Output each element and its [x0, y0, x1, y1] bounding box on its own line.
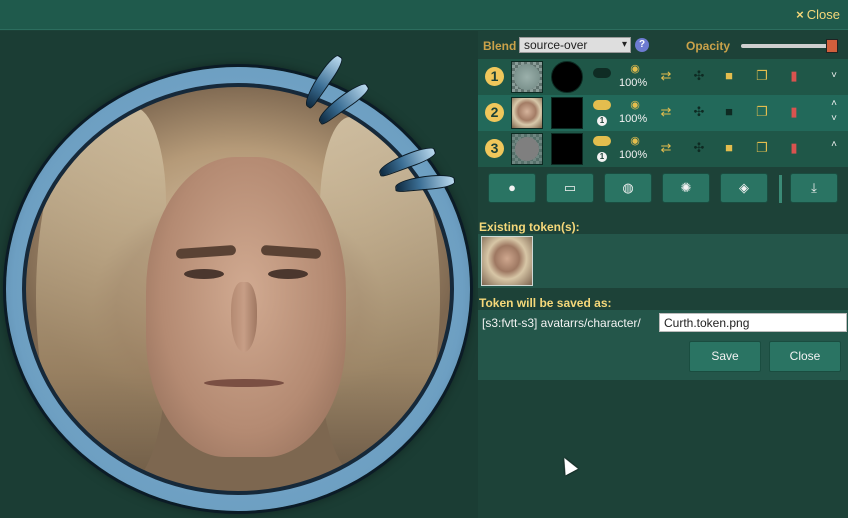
close-icon: ×: [796, 7, 804, 22]
token-settings-panel: Blend source-over ▾ ? Opacity 1 ◉ 100% ⇄…: [478, 31, 848, 518]
layer-opacity-value: 100%: [619, 149, 648, 161]
opacity-slider-track[interactable]: [741, 44, 829, 48]
save-form: [s3:fvtt-s3] avatarrs/character/ Save Cl…: [478, 310, 848, 380]
portrait-mouth: [204, 379, 284, 387]
mask-icon[interactable]: [593, 100, 611, 110]
mask-icon[interactable]: [593, 68, 611, 78]
copy-icon[interactable]: ❐: [755, 69, 769, 83]
chevron-down-icon: ▾: [621, 39, 627, 50]
download-icon: ⤓: [811, 180, 817, 195]
token-portrait: [22, 83, 454, 495]
globe-icon: ◍: [622, 180, 634, 195]
toolbar-divider: [779, 175, 782, 203]
blend-mode-value: source-over: [524, 38, 588, 52]
layer-mask-thumbnail[interactable]: [551, 133, 583, 165]
add-url-layer-button[interactable]: ◍: [604, 173, 652, 203]
blend-label: Blend: [483, 39, 517, 53]
existing-tokens-list: [478, 234, 848, 476]
layer-opacity-value: 100%: [619, 113, 648, 125]
lock-icon[interactable]: ■: [722, 69, 736, 83]
layer-circle-image: [514, 64, 540, 90]
existing-tokens-label: Existing token(s):: [479, 220, 580, 234]
fill-icon: ◈: [739, 180, 749, 195]
mask-count-badge: 1: [597, 116, 607, 126]
eye-icon[interactable]: ◉: [627, 98, 643, 112]
shrink-icon[interactable]: ✣: [691, 105, 707, 119]
copy-icon[interactable]: ❐: [755, 141, 769, 155]
trash-icon[interactable]: ▮: [787, 105, 801, 119]
save-as-label: Token will be saved as:: [479, 296, 612, 310]
window-close-button[interactable]: × Close: [796, 7, 840, 22]
add-file-layer-button[interactable]: ▭: [546, 173, 594, 203]
shrink-icon[interactable]: ✣: [691, 69, 707, 83]
add-camera-layer-button[interactable]: ✺: [662, 173, 710, 203]
portrait-nose: [231, 282, 257, 352]
chevron-down-icon[interactable]: ˅: [828, 70, 840, 81]
add-avatar-layer-button[interactable]: ●: [488, 173, 536, 203]
download-button[interactable]: ⤓: [790, 173, 838, 203]
layer-tools-toolbar: ● ▭ ◍ ✺ ◈ ⤓: [478, 171, 848, 205]
filename-input[interactable]: [659, 313, 847, 332]
token-editor-window: × Close Blend source-over ▾ ? Opacity 1 …: [0, 0, 848, 518]
lock-icon[interactable]: ■: [722, 141, 736, 155]
add-fill-layer-button[interactable]: ◈: [720, 173, 768, 203]
layer-number-badge: 3: [485, 139, 504, 158]
token-preview[interactable]: [0, 31, 478, 518]
drive-icon: ▭: [563, 180, 577, 195]
portrait-eye-right: [268, 269, 308, 279]
mouse-cursor: [558, 454, 578, 476]
layer-opacity-value: 100%: [619, 77, 648, 89]
layer-row: 2 1 ◉ 100% ⇄ ✣ ■ ❐ ▮ ˄ ˅: [478, 95, 848, 131]
trash-icon[interactable]: ▮: [787, 141, 801, 155]
opacity-label: Opacity: [686, 39, 731, 53]
layer-image-thumbnail[interactable]: [511, 97, 543, 129]
camera-icon: ✺: [680, 180, 692, 195]
swap-icon[interactable]: ⇄: [658, 141, 674, 155]
layer-mask-thumbnail[interactable]: [551, 97, 583, 129]
copy-icon[interactable]: ❐: [755, 105, 769, 119]
mask-icon[interactable]: [593, 136, 611, 146]
eye-icon[interactable]: ◉: [627, 62, 643, 76]
window-close-label: Close: [806, 7, 840, 22]
layer-grey-circle: [515, 137, 539, 161]
swap-icon[interactable]: ⇄: [658, 105, 674, 119]
save-button[interactable]: Save: [689, 341, 761, 372]
chevron-down-icon[interactable]: ˅: [828, 113, 840, 124]
person-icon: ●: [508, 180, 516, 195]
title-bar: × Close: [0, 0, 848, 30]
blend-mode-select[interactable]: source-over ▾: [519, 37, 631, 53]
chevron-up-icon[interactable]: ˄: [828, 98, 840, 109]
swap-icon[interactable]: ⇄: [658, 69, 674, 83]
trash-icon[interactable]: ▮: [787, 69, 801, 83]
layer-number-badge: 1: [485, 67, 504, 86]
layer-mask-thumbnail[interactable]: [551, 61, 583, 93]
chevron-up-icon[interactable]: ˄: [828, 139, 840, 150]
layer-image-thumbnail[interactable]: [511, 61, 543, 93]
portrait-eye-left: [184, 269, 224, 279]
lock-icon[interactable]: ■: [722, 105, 736, 119]
existing-token-thumbnail[interactable]: [481, 236, 533, 286]
help-icon[interactable]: ?: [635, 38, 649, 52]
close-button[interactable]: Close: [769, 341, 841, 372]
layer-image-thumbnail[interactable]: [511, 133, 543, 165]
save-path-prefix: [s3:fvtt-s3] avatarrs/character/: [482, 316, 641, 330]
opacity-slider-thumb[interactable]: [826, 39, 838, 53]
eye-icon[interactable]: ◉: [627, 134, 643, 148]
blend-row: Blend source-over ▾ ? Opacity: [478, 37, 848, 55]
layer-row: 1 ◉ 100% ⇄ ✣ ■ ❐ ▮ ˅: [478, 59, 848, 95]
layer-number-badge: 2: [485, 103, 504, 122]
layer-row: 3 1 ◉ 100% ⇄ ✣ ■ ❐ ▮ ˄: [478, 131, 848, 167]
mask-count-badge: 1: [597, 152, 607, 162]
shrink-icon[interactable]: ✣: [691, 141, 707, 155]
